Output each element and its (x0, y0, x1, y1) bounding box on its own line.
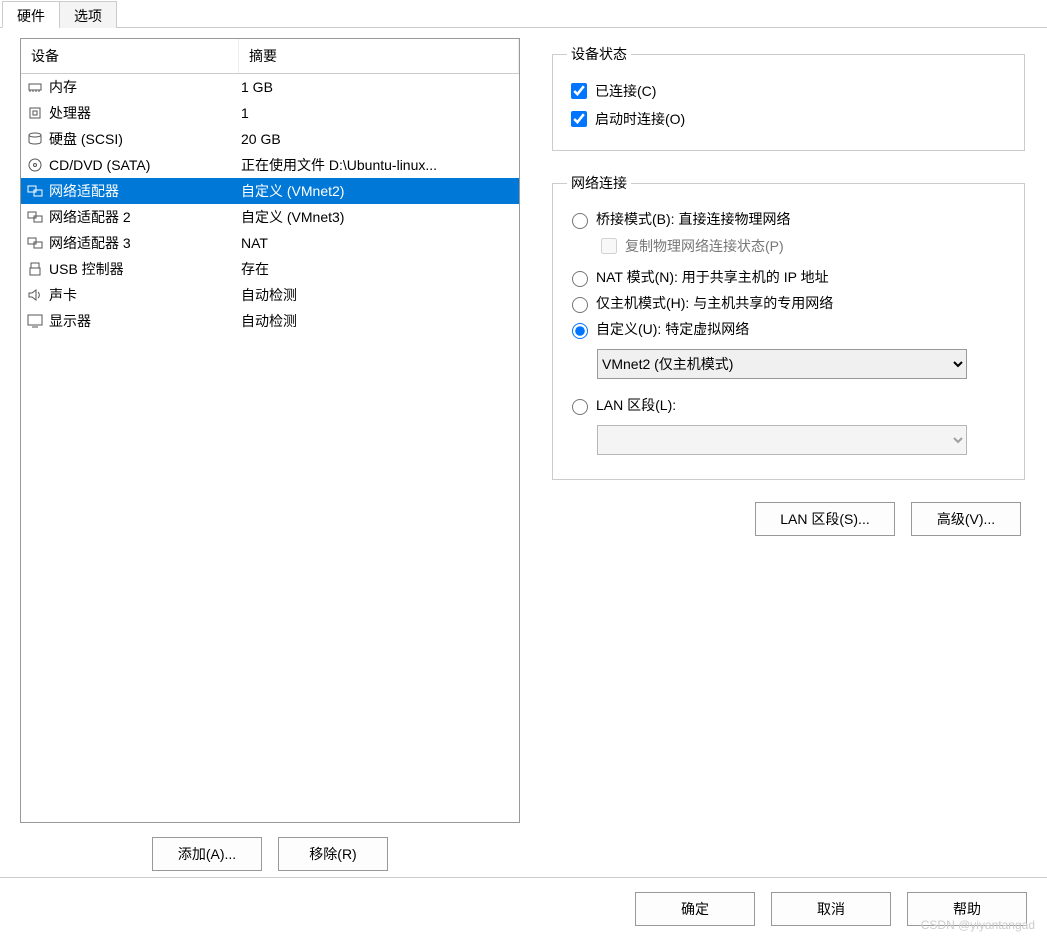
net-icon (25, 233, 45, 253)
custom-radio[interactable] (572, 323, 588, 339)
replicate-label: 复制物理网络连接状态(P) (625, 236, 784, 256)
sound-icon (25, 285, 45, 305)
device-summary: NAT (239, 235, 519, 251)
lan-radio-row[interactable]: LAN 区段(L): (567, 395, 1010, 415)
cd-icon (25, 155, 45, 175)
replicate-checkbox-row: 复制物理网络连接状态(P) (597, 235, 1010, 257)
device-name: CD/DVD (SATA) (49, 157, 150, 173)
device-row[interactable]: 声卡 自动检测 (21, 282, 519, 308)
device-summary: 自动检测 (239, 311, 519, 331)
device-summary: 1 GB (239, 79, 519, 95)
device-name: 内存 (49, 77, 77, 97)
cancel-button[interactable]: 取消 (771, 892, 891, 926)
cpu-icon (25, 103, 45, 123)
display-icon (25, 311, 45, 331)
nat-radio-row[interactable]: NAT 模式(N): 用于共享主机的 IP 地址 (567, 267, 1010, 287)
device-summary: 存在 (239, 259, 519, 279)
device-name: 网络适配器 (49, 181, 119, 201)
device-name: 网络适配器 2 (49, 207, 131, 227)
custom-radio-row[interactable]: 自定义(U): 特定虚拟网络 (567, 319, 1010, 339)
advanced-button[interactable]: 高级(V)... (911, 502, 1021, 536)
connect-at-power-label: 启动时连接(O) (595, 109, 685, 129)
lan-segment-select (597, 425, 967, 455)
column-header-device[interactable]: 设备 (21, 39, 239, 73)
replicate-checkbox (601, 238, 617, 254)
device-summary: 自定义 (VMnet3) (239, 207, 519, 227)
column-header-summary[interactable]: 摘要 (239, 39, 519, 73)
custom-label: 自定义(U): 特定虚拟网络 (596, 319, 749, 339)
connected-checkbox[interactable] (571, 83, 587, 99)
device-row[interactable]: 处理器 1 (21, 100, 519, 126)
device-row[interactable]: 网络适配器 自定义 (VMnet2) (21, 178, 519, 204)
device-name: 声卡 (49, 285, 77, 305)
hostonly-radio[interactable] (572, 297, 588, 313)
connect-at-power-checkbox[interactable] (571, 111, 587, 127)
device-status-group: 设备状态 已连接(C) 启动时连接(O) (552, 44, 1025, 151)
device-row[interactable]: 显示器 自动检测 (21, 308, 519, 334)
device-summary: 自动检测 (239, 285, 519, 305)
device-row[interactable]: 网络适配器 2 自定义 (VMnet3) (21, 204, 519, 230)
device-row[interactable]: 硬盘 (SCSI) 20 GB (21, 126, 519, 152)
nat-radio[interactable] (572, 271, 588, 287)
device-name: 显示器 (49, 311, 91, 331)
hostonly-radio-row[interactable]: 仅主机模式(H): 与主机共享的专用网络 (567, 293, 1010, 313)
device-list-header: 设备 摘要 (21, 39, 519, 74)
custom-network-select[interactable]: VMnet2 (仅主机模式) (597, 349, 967, 379)
dialog-footer: 确定 取消 帮助 (0, 877, 1047, 940)
usb-icon (25, 259, 45, 279)
device-status-legend: 设备状态 (567, 44, 631, 64)
help-button[interactable]: 帮助 (907, 892, 1027, 926)
hostonly-label: 仅主机模式(H): 与主机共享的专用网络 (596, 293, 833, 313)
add-button[interactable]: 添加(A)... (152, 837, 262, 871)
remove-button[interactable]: 移除(R) (278, 837, 388, 871)
tab-hardware[interactable]: 硬件 (2, 1, 60, 28)
device-list: 设备 摘要 内存 1 GB 处理器 1 硬盘 (SCSI) 20 GB CD/DVD (SA… (20, 38, 520, 823)
device-row[interactable]: 网络适配器 3 NAT (21, 230, 519, 256)
lan-label: LAN 区段(L): (596, 395, 676, 415)
network-connection-legend: 网络连接 (567, 173, 631, 193)
disk-icon (25, 129, 45, 149)
device-row[interactable]: USB 控制器 存在 (21, 256, 519, 282)
lan-segments-button[interactable]: LAN 区段(S)... (755, 502, 895, 536)
device-summary: 自定义 (VMnet2) (239, 181, 519, 201)
connected-label: 已连接(C) (595, 81, 656, 101)
network-connection-group: 网络连接 桥接模式(B): 直接连接物理网络 复制物理网络连接状态(P) NAT… (552, 173, 1025, 480)
device-row[interactable]: CD/DVD (SATA) 正在使用文件 D:\Ubuntu-linux... (21, 152, 519, 178)
connected-checkbox-row[interactable]: 已连接(C) (567, 80, 1010, 102)
nat-label: NAT 模式(N): 用于共享主机的 IP 地址 (596, 267, 829, 287)
device-summary: 正在使用文件 D:\Ubuntu-linux... (239, 155, 519, 175)
lan-radio[interactable] (572, 399, 588, 415)
net-icon (25, 207, 45, 227)
memory-icon (25, 77, 45, 97)
device-name: 处理器 (49, 103, 91, 123)
device-summary: 20 GB (239, 131, 519, 147)
device-summary: 1 (239, 105, 519, 121)
device-name: USB 控制器 (49, 259, 124, 279)
bridged-radio[interactable] (572, 213, 588, 229)
device-row[interactable]: 内存 1 GB (21, 74, 519, 100)
connect-at-power-checkbox-row[interactable]: 启动时连接(O) (567, 108, 1010, 130)
tab-options[interactable]: 选项 (59, 1, 117, 28)
tabs: 硬件 选项 (0, 0, 1047, 28)
device-name: 网络适配器 3 (49, 233, 131, 253)
ok-button[interactable]: 确定 (635, 892, 755, 926)
net-icon (25, 181, 45, 201)
bridged-label: 桥接模式(B): 直接连接物理网络 (596, 209, 790, 229)
device-name: 硬盘 (SCSI) (49, 129, 123, 149)
bridged-radio-row[interactable]: 桥接模式(B): 直接连接物理网络 (567, 209, 1010, 229)
